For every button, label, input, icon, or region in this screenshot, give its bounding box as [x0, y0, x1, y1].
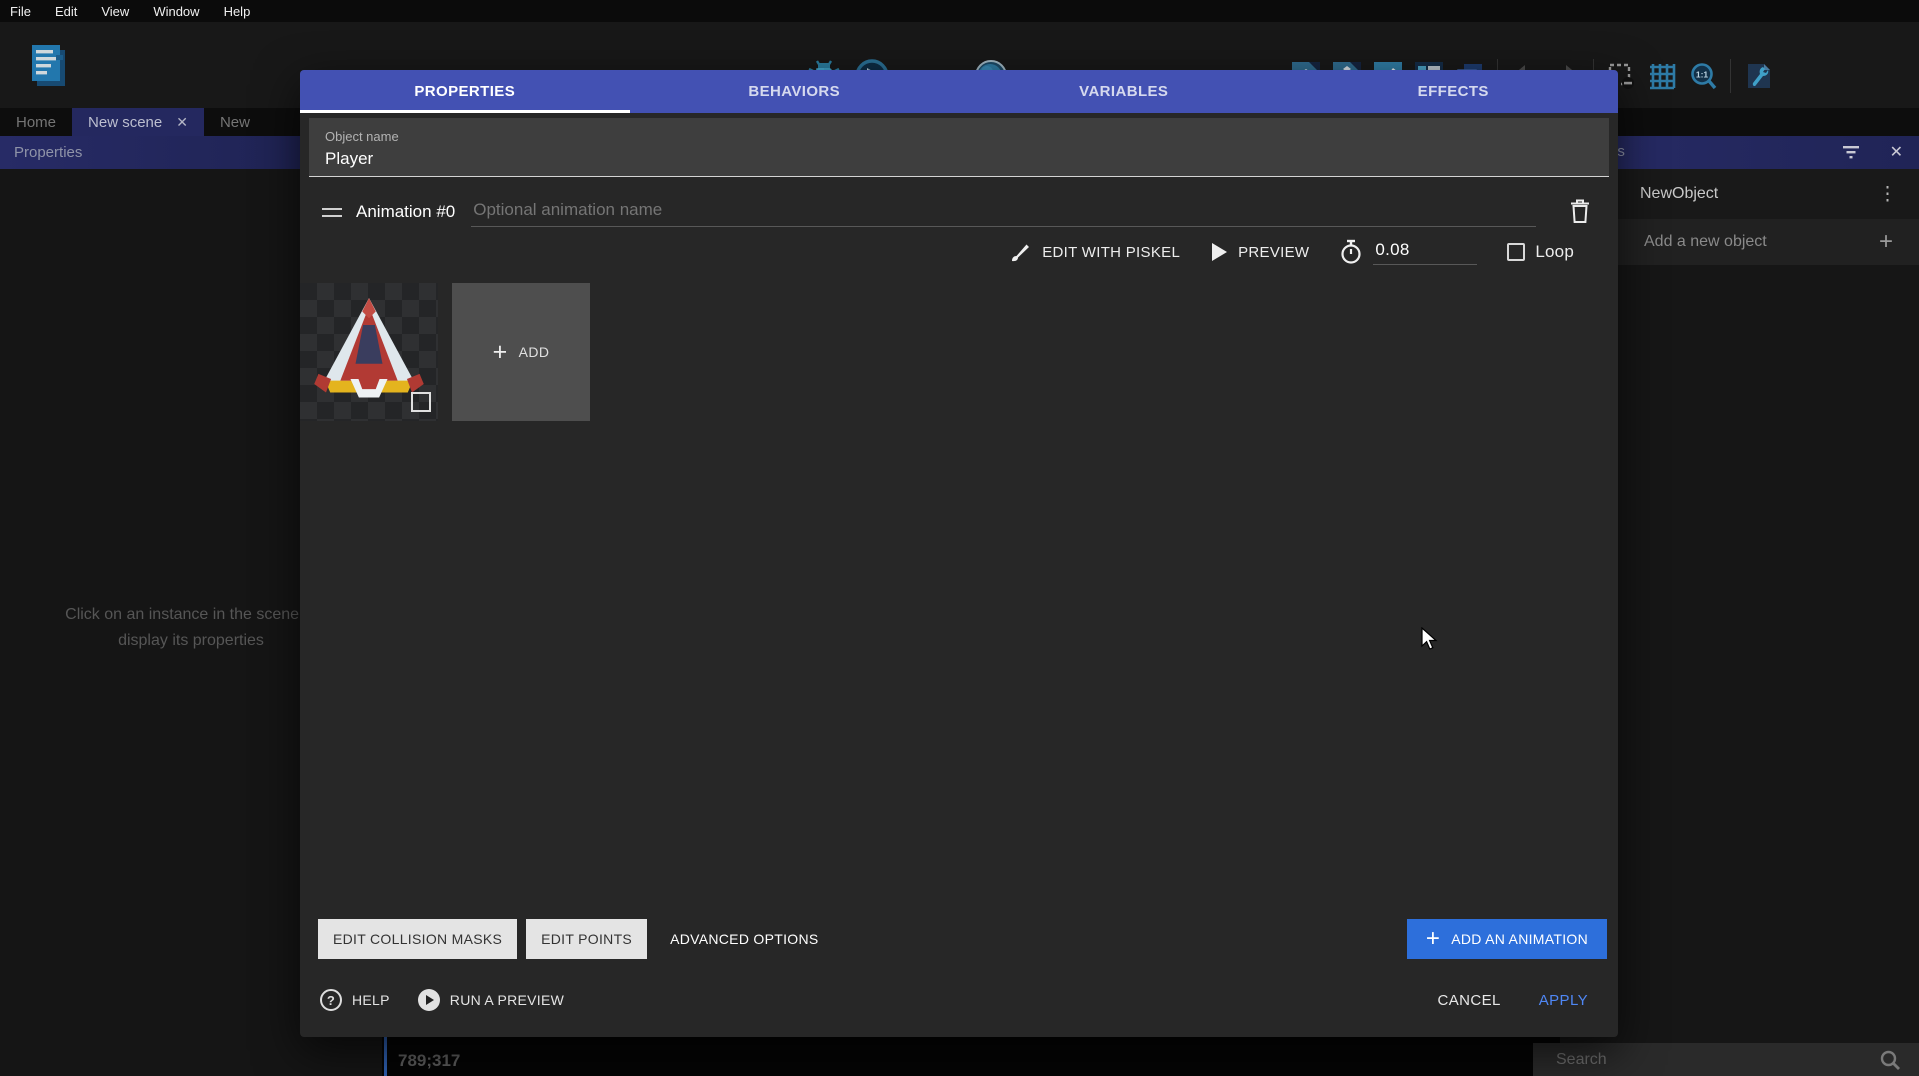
play-icon [1210, 242, 1228, 262]
dialog-actions-row: EDIT COLLISION MASKS EDIT POINTS ADVANCE… [300, 919, 1618, 959]
object-name-label: Object name [325, 129, 1593, 144]
cancel-button[interactable]: CANCEL [1438, 992, 1501, 1009]
plus-icon: + [493, 340, 508, 365]
edit-with-piskel-button[interactable]: EDIT WITH PISKEL [1010, 241, 1180, 263]
menu-view[interactable]: View [101, 4, 129, 19]
dialog-spacer [300, 421, 1618, 919]
object-editor-dialog: PROPERTIES BEHAVIORS VARIABLES EFFECTS O… [300, 70, 1618, 1037]
dialog-tab-bar: PROPERTIES BEHAVIORS VARIABLES EFFECTS [300, 70, 1618, 113]
run-preview-icon [418, 989, 440, 1011]
edit-points-button[interactable]: EDIT POINTS [526, 919, 647, 959]
dialog-body: Object name Animation #0 EDIT WITH PISKE… [300, 113, 1618, 1037]
project-manager-icon [25, 41, 71, 91]
loop-label: Loop [1535, 242, 1574, 262]
loop-checkbox[interactable] [1507, 243, 1525, 261]
loop-toggle-group: Loop [1507, 242, 1574, 262]
apply-button[interactable]: APPLY [1539, 992, 1588, 1009]
run-a-preview-button[interactable]: RUN A PREVIEW [418, 989, 564, 1011]
wrench-icon [1744, 62, 1772, 90]
add-frame-label: ADD [519, 344, 550, 360]
menu-bar: File Edit View Window Help [0, 0, 1919, 22]
sprite-frame-thumbnail[interactable] [300, 283, 438, 421]
zoom-1-1-icon: 1:1 [1689, 62, 1717, 90]
timer-icon [1339, 239, 1363, 265]
objects-panel-close-icon[interactable]: ✕ [1890, 142, 1903, 162]
tab-next-label: New [220, 114, 250, 131]
help-button[interactable]: ? HELP [320, 989, 390, 1011]
animation-toolbar: EDIT WITH PISKEL PREVIEW 0.08 Loop [300, 227, 1618, 275]
help-icon: ? [320, 989, 342, 1011]
time-between-frames-input[interactable]: 0.08 [1373, 239, 1477, 265]
menu-window[interactable]: Window [153, 4, 199, 19]
grid-icon [1648, 62, 1676, 90]
search-input[interactable] [1533, 1051, 1879, 1069]
animation-name-input[interactable] [471, 197, 1536, 227]
add-frame-button[interactable]: + ADD [452, 283, 590, 421]
menu-help[interactable]: Help [224, 4, 251, 19]
search-icon [1879, 1049, 1901, 1071]
object-item-menu-icon[interactable]: ⋮ [1878, 183, 1897, 206]
add-an-animation-button[interactable]: + ADD AN ANIMATION [1407, 919, 1607, 959]
search-bar [1533, 1043, 1919, 1076]
brush-icon [1010, 241, 1032, 263]
tab-new-scene-label: New scene [88, 114, 162, 131]
zoom-original-button[interactable]: 1:1 [1689, 62, 1717, 90]
time-between-frames-group: 0.08 [1339, 239, 1477, 265]
preview-animation-button[interactable]: PREVIEW [1210, 242, 1309, 262]
animation-title: Animation #0 [356, 202, 455, 222]
dialog-tab-effects[interactable]: EFFECTS [1289, 70, 1619, 113]
tab-home-label: Home [16, 114, 56, 131]
dialog-tab-behaviors[interactable]: BEHAVIORS [630, 70, 960, 113]
svg-text:1:1: 1:1 [1696, 70, 1709, 80]
edit-collision-masks-button[interactable]: EDIT COLLISION MASKS [318, 919, 517, 959]
animation-header-row: Animation #0 [300, 177, 1618, 227]
cursor-coordinates: 789;317 [398, 1051, 460, 1071]
tab-new-scene[interactable]: New scene ✕ [72, 108, 204, 136]
properties-panel-title: Properties [14, 144, 82, 161]
scene-settings-button[interactable] [1744, 62, 1772, 90]
filter-icon[interactable] [1842, 144, 1860, 165]
menu-file[interactable]: File [10, 4, 31, 19]
animation-frames-row: + ADD [300, 283, 1618, 421]
tab-next-partial[interactable]: New [204, 108, 266, 136]
frame-select-checkbox[interactable] [411, 392, 431, 412]
advanced-options-button[interactable]: ADVANCED OPTIONS [656, 919, 832, 959]
menu-edit[interactable]: Edit [55, 4, 77, 19]
project-manager-button[interactable] [24, 40, 72, 92]
dialog-tab-variables[interactable]: VARIABLES [959, 70, 1289, 113]
tab-home[interactable]: Home [0, 108, 72, 136]
dialog-footer-row: ? HELP RUN A PREVIEW CANCEL APPLY [320, 977, 1588, 1023]
grid-button[interactable] [1648, 62, 1676, 90]
tab-close-icon[interactable]: ✕ [176, 114, 188, 131]
object-name-input[interactable] [325, 149, 1593, 169]
object-name-card: Object name [309, 118, 1609, 177]
plus-icon: + [1426, 927, 1440, 951]
drag-handle-icon[interactable] [322, 208, 342, 217]
add-object-plus-icon[interactable]: + [1879, 228, 1893, 256]
delete-animation-button[interactable] [1566, 198, 1594, 227]
dialog-tab-properties[interactable]: PROPERTIES [300, 70, 630, 113]
toolbar-separator [1730, 59, 1731, 93]
trash-icon [1568, 198, 1592, 224]
